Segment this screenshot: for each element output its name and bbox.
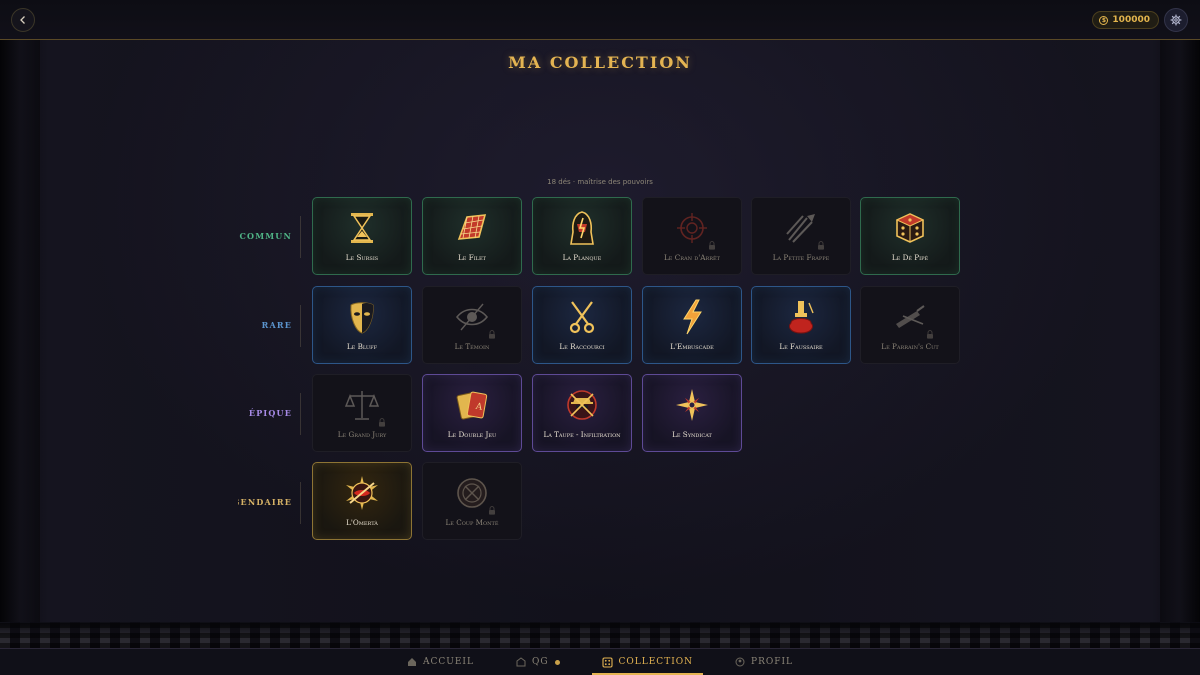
rarity-label-legendaire: LÉGENDAIRE [238, 497, 292, 507]
settings-button[interactable] [1164, 8, 1188, 32]
emblem-icon [452, 473, 495, 515]
card-le-de-pipe[interactable]: Le Dé Pipé [860, 197, 960, 275]
card-la-petite-frappe[interactable]: La Petite Frappe [751, 197, 851, 275]
row-divider [300, 216, 301, 258]
left-pillar [0, 40, 40, 630]
card-le-double-jeu[interactable]: A Le Double Jeu [422, 374, 522, 452]
bottom-navigation: ACCUEIL QG COLLECTION PROFIL [0, 648, 1200, 675]
card-l-embuscade[interactable]: L'Embuscade [642, 286, 742, 364]
nav-label: ACCUEIL [422, 657, 474, 667]
checkered-floor [0, 622, 1200, 648]
eye-icon [452, 297, 495, 339]
card-label: Le Double Jeu [447, 430, 497, 439]
scales-icon [342, 385, 385, 427]
card-label: L'Embuscade [670, 342, 714, 351]
spy-icon [562, 385, 602, 425]
card-label: Le Raccourci [559, 342, 605, 351]
lock-icon [818, 241, 824, 250]
row-divider [300, 305, 301, 347]
row-divider [300, 482, 301, 524]
net-icon [452, 208, 492, 248]
card-le-sursis[interactable]: Le Sursis [312, 197, 412, 275]
card-la-planque[interactable]: La Planque [532, 197, 632, 275]
top-bar: $ 100000 [0, 0, 1200, 40]
lightning-icon [672, 297, 712, 337]
nav-profil[interactable]: PROFIL [725, 649, 803, 675]
card-le-coup-monte[interactable]: Le Coup Monté [422, 462, 522, 540]
rarity-label-epique: ÉPIQUE [248, 408, 292, 418]
hourglass-icon [342, 208, 382, 248]
card-label: L'Omertà [346, 518, 378, 527]
scissors-icon [562, 297, 602, 337]
razor-icon [890, 297, 933, 339]
home-icon [407, 658, 416, 666]
sealed-lips-icon [342, 473, 382, 513]
collection-icon [601, 656, 613, 668]
lock-icon [379, 418, 385, 427]
row-divider [300, 393, 301, 435]
notification-dot [554, 659, 560, 665]
compass-star-icon [672, 385, 712, 425]
card-label: Le Cran d'Arrêt [664, 253, 720, 262]
card-label: Le Sursis [345, 253, 379, 262]
nav-accueil[interactable]: ACCUEIL [397, 649, 484, 675]
coin-amount: 100000 [1112, 15, 1150, 25]
lock-icon [709, 241, 715, 250]
collection-subtitle: 18 dés · maîtrise des pouvoirs [547, 178, 653, 186]
card-le-syndicat[interactable]: Le Syndicat [642, 374, 742, 452]
card-label: Le Grand Jury [337, 430, 387, 439]
card-label: Le Parrain's Cut [881, 342, 939, 351]
card-la-taupe-infiltration[interactable]: La Taupe - Infiltration [532, 374, 632, 452]
lock-icon [489, 330, 495, 339]
rarity-label-rare: RARE [261, 320, 292, 330]
card-label: Le Bluff [346, 342, 378, 351]
chevron-left-icon [20, 16, 25, 24]
card-label: Le Témoin [454, 342, 490, 351]
hooded-figure-icon [562, 208, 602, 248]
card-label: Le Faussaire [779, 342, 823, 351]
wax-seal-icon [781, 297, 821, 337]
page-title: MA COLLECTION [508, 53, 692, 72]
card-le-grand-jury[interactable]: Le Grand Jury [312, 374, 412, 452]
nav-label: PROFIL [751, 657, 794, 667]
card-le-parrains-cut[interactable]: Le Parrain's Cut [860, 286, 960, 364]
nav-label: COLLECTION [618, 657, 694, 667]
lock-icon [927, 330, 933, 339]
card-label: La Taupe - Infiltration [543, 430, 621, 439]
coin-icon: $ [1099, 15, 1109, 25]
nav-qg[interactable]: QG [506, 649, 570, 675]
card-label: La Planque [562, 253, 602, 262]
card-l-omerta[interactable]: L'Omertà [312, 462, 412, 540]
mask-icon [342, 297, 382, 337]
rarity-label-commun: COMMUN [239, 231, 292, 241]
right-pillar [1160, 40, 1200, 630]
gear-icon [1170, 14, 1182, 26]
lock-icon [489, 506, 495, 515]
nav-collection[interactable]: COLLECTION [591, 649, 704, 675]
card-le-raccourci[interactable]: Le Raccourci [532, 286, 632, 364]
crosshair-icon [672, 208, 715, 250]
nav-label: QG [531, 657, 549, 667]
playing-cards-icon: A [452, 385, 492, 425]
back-button[interactable] [11, 8, 35, 32]
card-label: La Petite Frappe [772, 253, 830, 262]
claw-strike-icon [781, 208, 824, 250]
card-le-cran-d-arret[interactable]: Le Cran d'Arrêt [642, 197, 742, 275]
card-label: Le Coup Monté [445, 518, 499, 527]
card-le-bluff[interactable]: Le Bluff [312, 286, 412, 364]
card-le-faussaire[interactable]: Le Faussaire [751, 286, 851, 364]
building-icon [516, 657, 526, 667]
coin-balance: $ 100000 [1092, 11, 1159, 29]
card-label: Le Dé Pipé [891, 253, 929, 262]
card-le-filet[interactable]: Le Filet [422, 197, 522, 275]
profile-icon [735, 657, 745, 667]
dice-icon [890, 208, 930, 248]
card-label: Le Syndicat [672, 430, 712, 439]
card-le-temoin[interactable]: Le Témoin [422, 286, 522, 364]
card-label: Le Filet [458, 253, 486, 262]
